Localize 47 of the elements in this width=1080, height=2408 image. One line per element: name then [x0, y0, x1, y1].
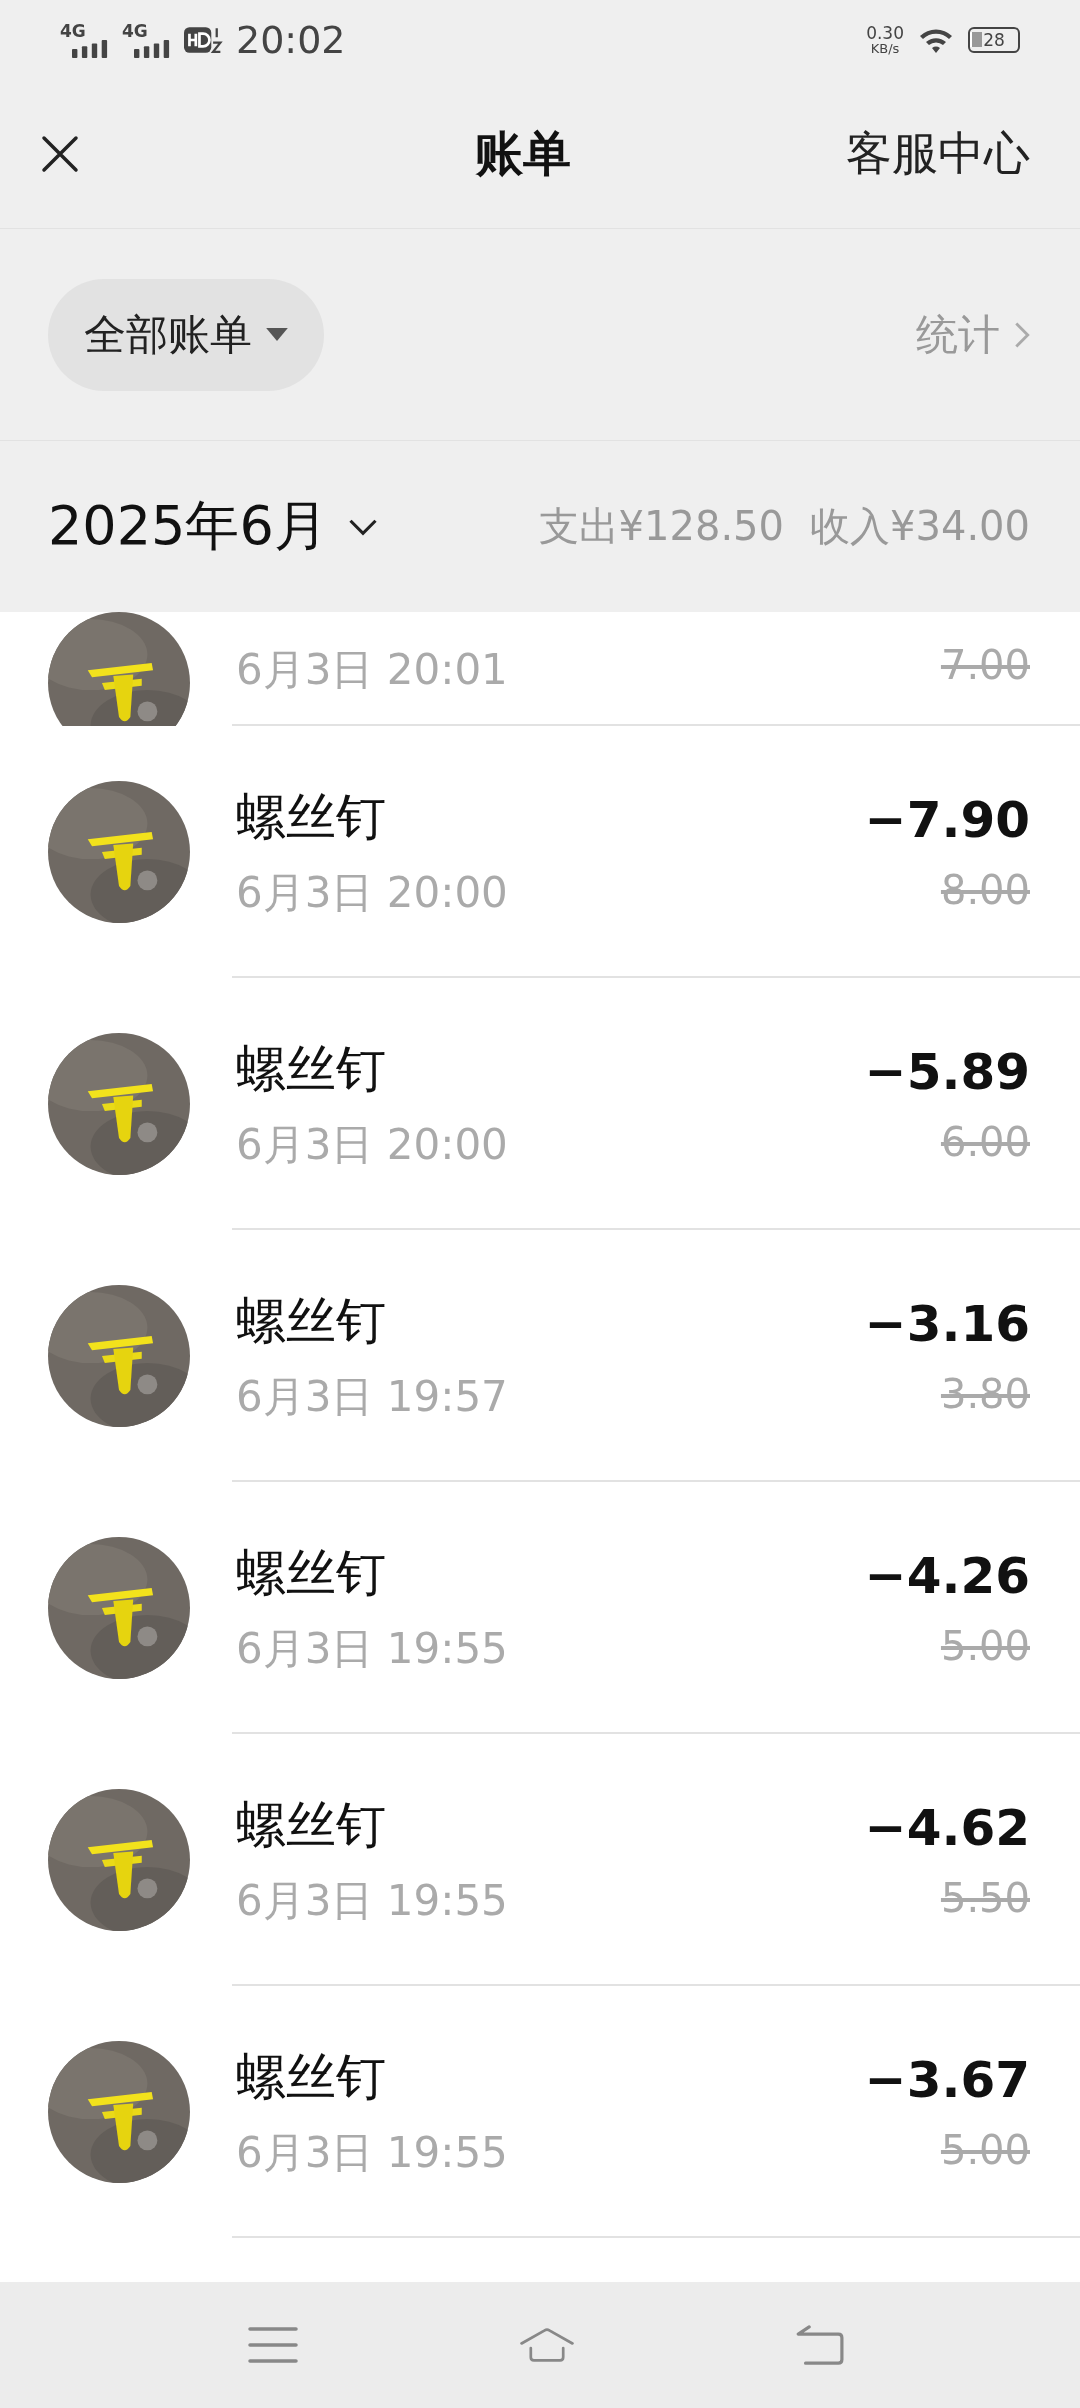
signal-icon [132, 40, 172, 58]
dropdown-icon [266, 328, 288, 341]
bill-filter-dropdown[interactable]: 全部账单 [48, 278, 324, 391]
month-selector[interactable]: 2025年6月 [48, 490, 378, 563]
item-name: 螺丝钉 [236, 786, 387, 848]
amount: −5.89 [864, 1043, 1030, 1101]
transaction-time: 6月3日 19:55 [236, 2126, 509, 2179]
home-icon[interactable] [520, 2325, 574, 2365]
menu-icon[interactable] [246, 2325, 300, 2365]
transaction-time: 6月3日 19:55 [236, 1622, 509, 1675]
amount: −4.62 [864, 1799, 1030, 1857]
network-speed: 0.30 [866, 24, 904, 42]
chevron-right-icon [1014, 320, 1030, 349]
original-price: 8.00 [940, 867, 1030, 913]
amount: −3.67 [864, 2051, 1030, 2109]
transaction-time: 6月3日 19:55 [236, 1874, 509, 1927]
original-price: 5.50 [940, 1875, 1030, 1921]
item-name: 螺丝钉 [236, 1542, 387, 1604]
transaction-time: 6月3日 20:01 [236, 644, 509, 696]
item-name: 螺丝钉 [236, 1038, 387, 1100]
speed-unit: KB/s [870, 42, 900, 56]
original-price: 5.00 [940, 1623, 1030, 1669]
amount: −3.16 [864, 1295, 1030, 1353]
item-name: 螺丝钉 [236, 2046, 387, 2108]
transaction-time: 6月3日 20:00 [236, 866, 509, 919]
original-price: 6.00 [940, 1119, 1030, 1165]
customer-service-link[interactable]: 客服中心 [846, 123, 1030, 185]
expense-total: 支出¥128.50 [538, 502, 785, 551]
network-label: 4G [60, 22, 86, 40]
transaction-time: 6月3日 20:00 [236, 1118, 509, 1171]
transaction-time: 6月3日 19:57 [236, 1370, 509, 1423]
item-name: 螺丝钉 [236, 1794, 387, 1856]
signal-icon [70, 40, 110, 58]
amount: −4.26 [864, 1547, 1030, 1605]
clock: 20:02 [236, 18, 346, 62]
original-price: 7.00 [940, 642, 1030, 688]
page-title: 账单 [475, 124, 571, 183]
amount: −7.90 [864, 791, 1030, 849]
close-icon[interactable] [40, 134, 80, 174]
income-total: 收入¥34.00 [810, 502, 1030, 551]
battery-level: 28 [983, 30, 1005, 50]
hd-voice-icon [184, 25, 224, 55]
original-price: 5.00 [940, 2127, 1030, 2173]
item-name: 螺丝钉 [236, 1290, 387, 1352]
network-label: 4G [122, 22, 148, 40]
chevron-down-icon [347, 517, 378, 536]
original-price: 3.80 [940, 1371, 1030, 1417]
